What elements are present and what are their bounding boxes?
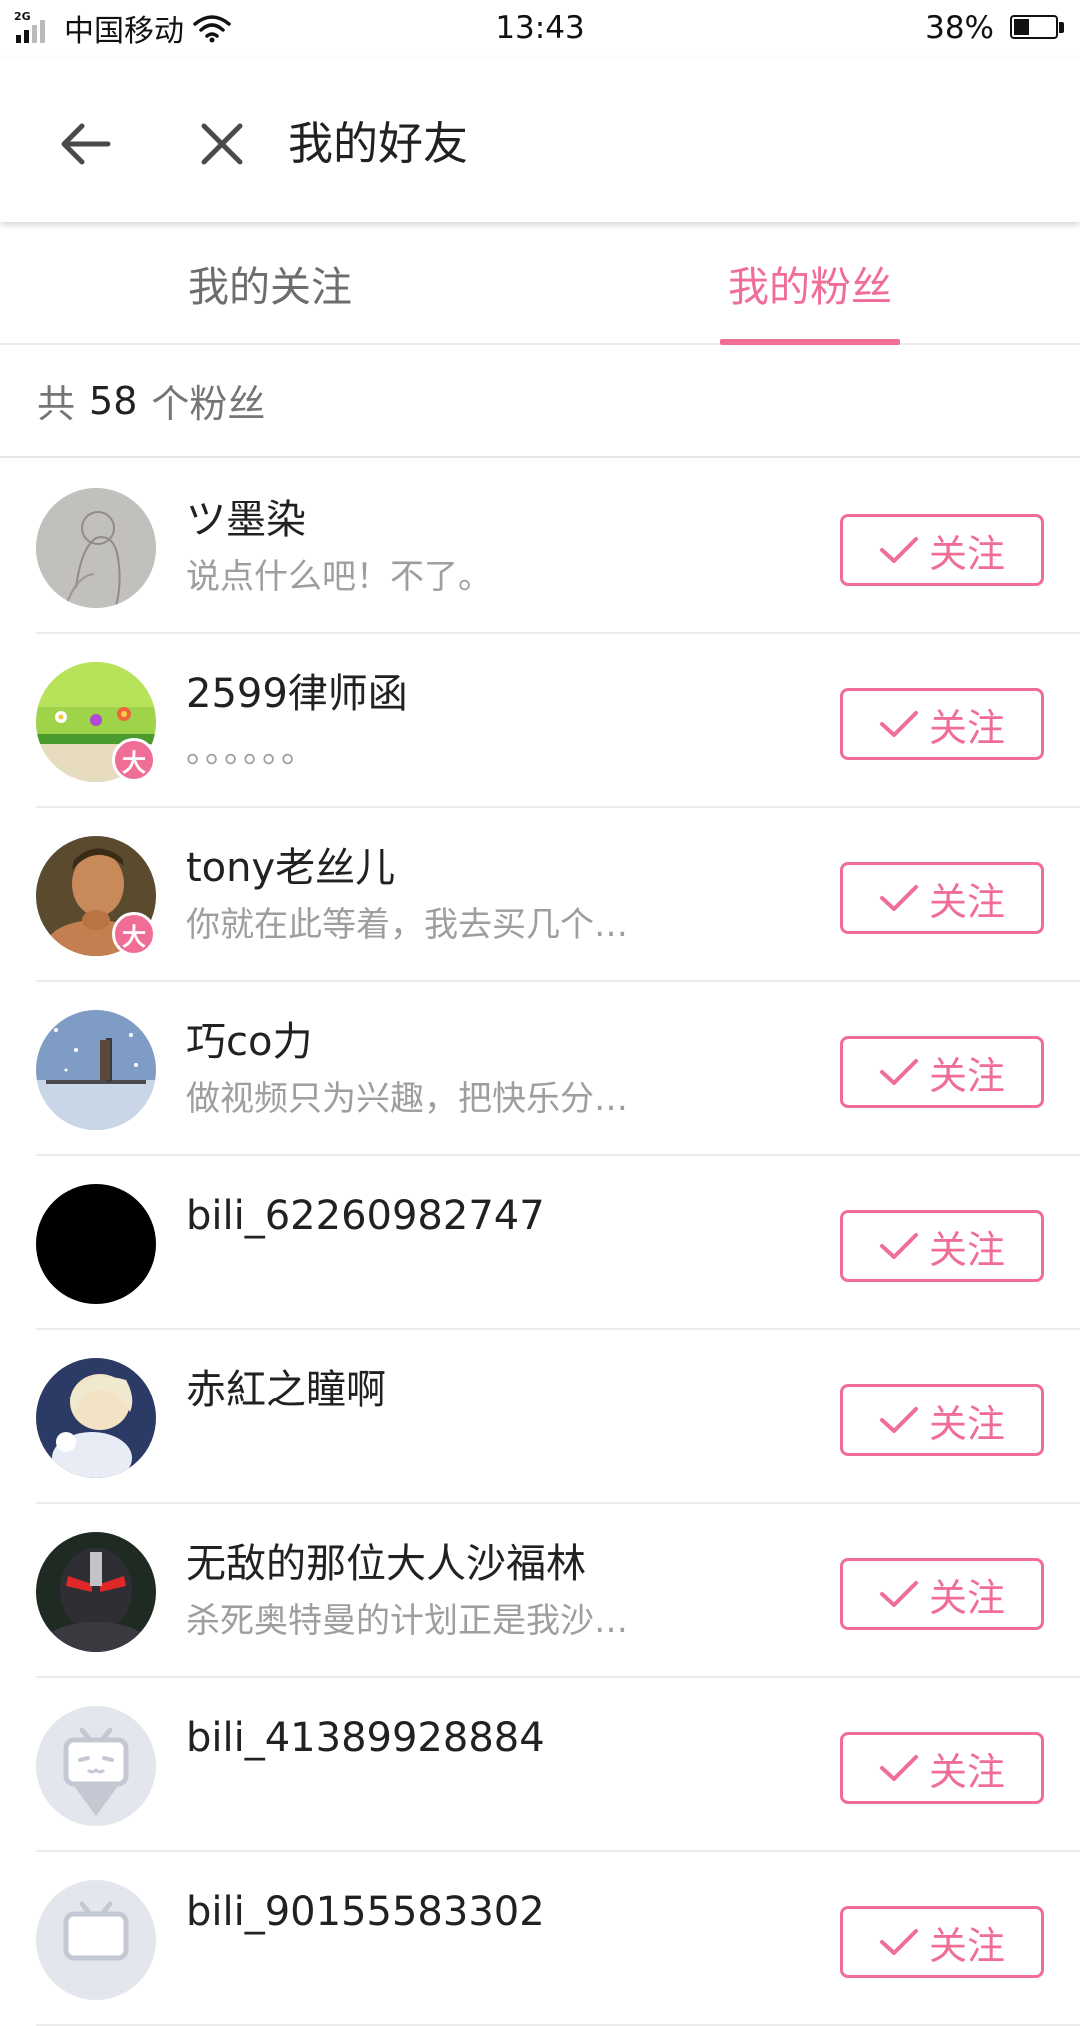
- user-name: tony老丝儿: [186, 845, 396, 891]
- follow-button[interactable]: 关注: [840, 862, 1044, 934]
- list-item[interactable]: 赤紅之瞳啊 关注: [0, 1330, 1080, 1504]
- user-name: 2599律师函: [186, 671, 408, 717]
- check-icon: [879, 537, 918, 563]
- follow-label: 关注: [928, 705, 1005, 750]
- follow-button[interactable]: 关注: [840, 1210, 1044, 1282]
- count-prefix: 共: [37, 382, 76, 426]
- user-desc: 你就在此等着，我去买几个…: [186, 905, 628, 945]
- check-icon: [879, 1407, 918, 1433]
- battery-icon: [1010, 15, 1066, 41]
- clock: 13:43: [495, 10, 585, 46]
- check-icon: [879, 1233, 918, 1259]
- avatar[interactable]: [36, 1706, 156, 1826]
- user-name: ツ墨染: [186, 497, 306, 543]
- list-item[interactable]: bili_90155583302 关注: [0, 1852, 1080, 2026]
- check-icon: [879, 1929, 918, 1955]
- tab-bar: 我的关注 我的粉丝: [0, 222, 1080, 345]
- user-desc: 杀死奥特曼的计划正是我沙…: [186, 1601, 628, 1641]
- vip-badge: 大: [112, 738, 156, 782]
- follow-button[interactable]: 关注: [840, 1036, 1044, 1108]
- list-item[interactable]: 无敌的那位大人沙福林 杀死奥特曼的计划正是我沙… 关注: [0, 1504, 1080, 1678]
- check-icon: [879, 1581, 918, 1607]
- follow-label: 关注: [928, 1227, 1005, 1272]
- tv-mascot-icon: [36, 1706, 156, 1826]
- toolbar: 我的好友: [0, 58, 1080, 222]
- user-name: bili_41389928884: [186, 1715, 545, 1761]
- user-name: 赤紅之瞳啊: [186, 1367, 386, 1413]
- avatar[interactable]: [36, 1358, 156, 1478]
- check-icon: [879, 711, 918, 737]
- follow-label: 关注: [928, 531, 1005, 576]
- follow-button[interactable]: 关注: [840, 1732, 1044, 1804]
- avatar[interactable]: [36, 1532, 156, 1652]
- follow-button[interactable]: 关注: [840, 1384, 1044, 1456]
- close-icon: [201, 123, 243, 165]
- user-desc: 。。。。。。: [186, 731, 317, 771]
- list-item[interactable]: ツ墨染 说点什么吧！不了。 关注: [0, 460, 1080, 634]
- fans-list: ツ墨染 说点什么吧！不了。 关注 大 2599律师函 。。。。。。 关注 大 t…: [0, 460, 1080, 2026]
- follow-button[interactable]: 关注: [840, 1906, 1044, 1978]
- follow-label: 关注: [928, 1401, 1005, 1446]
- avatar[interactable]: [36, 488, 156, 608]
- follow-button[interactable]: 关注: [840, 514, 1044, 586]
- follow-label: 关注: [928, 879, 1005, 924]
- fans-count-bar: 共 58 个粉丝: [0, 345, 1080, 458]
- list-item[interactable]: 大 tony老丝儿 你就在此等着，我去买几个… 关注: [0, 808, 1080, 982]
- avatar[interactable]: [36, 1880, 156, 2000]
- follow-label: 关注: [928, 1575, 1005, 1620]
- user-name: 巧co力: [186, 1019, 313, 1065]
- list-item[interactable]: bili_41389928884 关注: [0, 1678, 1080, 1852]
- status-bar: 2G 中国移动 13:43 38%: [0, 0, 1080, 58]
- follow-button[interactable]: 关注: [840, 1558, 1044, 1630]
- close-button[interactable]: [182, 104, 262, 184]
- battery-percent: 38%: [925, 10, 994, 46]
- check-icon: [879, 885, 918, 911]
- follow-label: 关注: [928, 1923, 1005, 1968]
- back-button[interactable]: [45, 104, 125, 184]
- avatar[interactable]: [36, 1184, 156, 1304]
- check-icon: [879, 1755, 918, 1781]
- user-name: 无敌的那位大人沙福林: [186, 1541, 586, 1587]
- user-desc: 做视频只为兴趣，把快乐分…: [186, 1079, 628, 1119]
- list-item[interactable]: 大 2599律师函 。。。。。。 关注: [0, 634, 1080, 808]
- tab-following[interactable]: 我的关注: [0, 222, 540, 343]
- tv-mascot-icon: [36, 1880, 156, 2000]
- page-title: 我的好友: [288, 117, 469, 170]
- follow-button[interactable]: 关注: [840, 688, 1044, 760]
- user-desc: 说点什么吧！不了。: [186, 557, 492, 597]
- check-icon: [879, 1059, 918, 1085]
- list-item[interactable]: bili_62260982747 关注: [0, 1156, 1080, 1330]
- avatar[interactable]: [36, 1010, 156, 1130]
- status-right: 38%: [925, 8, 1066, 48]
- arrow-left-icon: [61, 123, 111, 165]
- follow-label: 关注: [928, 1749, 1005, 1794]
- list-item[interactable]: 巧co力 做视频只为兴趣，把快乐分… 关注: [0, 982, 1080, 1156]
- fans-count: 58: [89, 378, 138, 423]
- follow-label: 关注: [928, 1053, 1005, 1098]
- vip-badge: 大: [112, 912, 156, 956]
- tab-fans[interactable]: 我的粉丝: [540, 222, 1080, 343]
- user-name: bili_62260982747: [186, 1193, 545, 1239]
- count-suffix: 个粉丝: [151, 382, 266, 426]
- user-name: bili_90155583302: [186, 1889, 545, 1935]
